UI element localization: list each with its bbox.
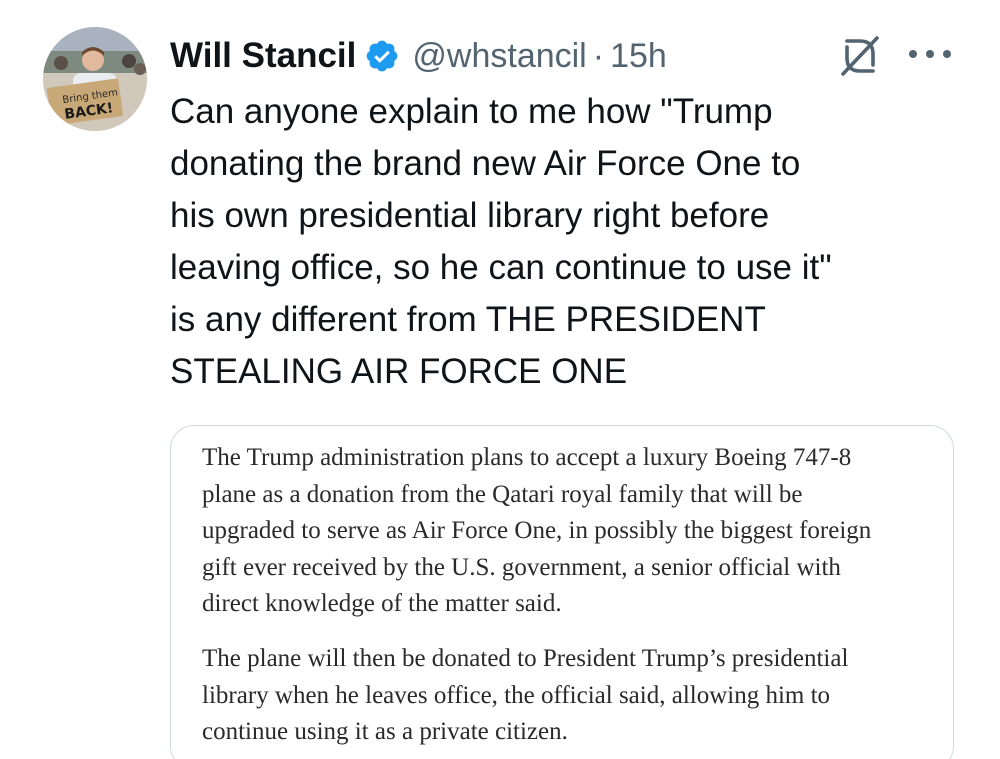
grok-icon[interactable] — [837, 33, 883, 79]
tweet-text-line: leaving office, so he can continue to us… — [170, 248, 832, 287]
tweet-text-line: is any different from THE PRESIDENT — [170, 300, 766, 339]
quote-line: upgraded to serve as Air Force One, in p… — [202, 517, 872, 545]
timestamp[interactable]: 15h — [610, 37, 667, 76]
avatar[interactable]: Bring them BACK! — [43, 27, 147, 131]
quote-card[interactable]: The Trump administration plans to accept… — [170, 425, 954, 759]
tweet-text-line: donating the brand new Air Force One to — [170, 144, 801, 183]
quote-paragraph-1: The Trump administration plans to accept… — [202, 440, 942, 623]
tweet-header: Will Stancil @whstancil · 15h — [170, 30, 667, 82]
tweet[interactable]: Bring them BACK! Will Stancil @whstancil… — [0, 0, 1000, 759]
quote-line: direct knowledge of the matter said. — [202, 590, 562, 618]
separator-dot: · — [592, 36, 605, 75]
quote-line: The plane will then be donated to Presid… — [202, 644, 849, 672]
tweet-text-line: Can anyone explain to me how "Trump — [170, 92, 773, 131]
tweet-text: Can anyone explain to me how "Trump dona… — [170, 86, 970, 398]
verified-badge-icon — [367, 40, 398, 72]
quote-line: gift ever received by the U.S. governmen… — [202, 553, 841, 581]
display-name[interactable]: Will Stancil — [170, 36, 356, 76]
quote-text: The Trump administration plans to accept… — [202, 440, 942, 751]
quote-line: continue using it as a private citizen. — [202, 718, 568, 746]
quote-line: library when he leaves office, the offic… — [202, 681, 831, 709]
quote-line: The Trump administration plans to accept… — [202, 444, 852, 471]
quote-paragraph-2: The plane will then be donated to Presid… — [202, 641, 942, 751]
more-options-icon[interactable] — [903, 34, 957, 74]
tweet-text-line: his own presidential library right befor… — [170, 196, 770, 235]
handle[interactable]: @whstancil — [412, 37, 586, 76]
tweet-text-line: STEALING AIR FORCE ONE — [170, 352, 628, 391]
quote-line: plane as a donation from the Qatari roya… — [202, 480, 803, 508]
